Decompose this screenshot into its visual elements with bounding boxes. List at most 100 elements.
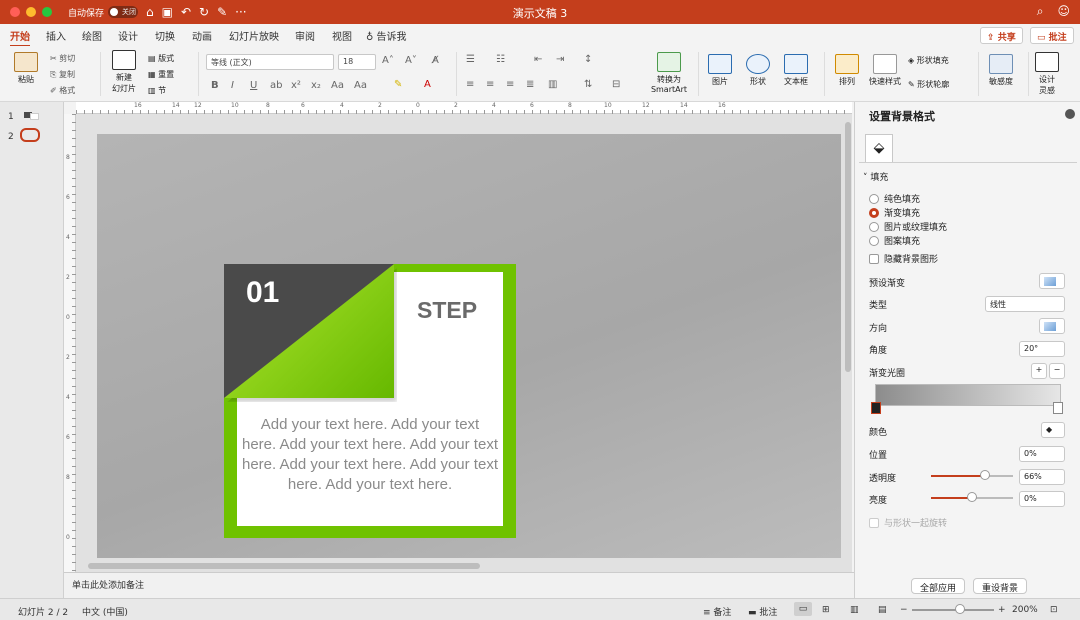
comments-toggle[interactable]: ▬ 批注 — [748, 605, 777, 618]
strikethrough-icon[interactable]: ab — [270, 80, 282, 91]
bullets-icon[interactable]: ☰ — [466, 54, 475, 65]
share-button[interactable]: ⇪ 共享 — [980, 27, 1023, 44]
position-input[interactable]: 0% — [1019, 446, 1065, 462]
underline-icon[interactable]: U — [250, 80, 257, 91]
tab-view[interactable]: 视图 — [332, 28, 352, 43]
language-indicator[interactable]: 中文 (中国) — [82, 605, 128, 618]
reading-view-button[interactable]: ▥ — [850, 605, 859, 615]
decrease-indent-icon[interactable]: ⇤ — [534, 54, 542, 65]
change-case-icon[interactable]: Aa — [354, 80, 367, 91]
slide[interactable]: 01 STEP Add your text here. Add your tex… — [97, 134, 841, 558]
hide-graphics-checkbox[interactable]: 隐藏背景图形 — [869, 252, 938, 265]
font-size-select[interactable]: 18 — [338, 54, 376, 70]
shape-fill-button[interactable]: ◈ 形状填充 — [908, 55, 949, 66]
grow-font-icon[interactable]: A˄ — [382, 55, 394, 66]
clear-format-icon[interactable]: A̸ — [432, 55, 439, 66]
close-pane-button[interactable] — [1065, 109, 1075, 119]
horizontal-scrollbar[interactable] — [88, 563, 480, 569]
align-left-icon[interactable]: ≡ — [466, 79, 474, 90]
gradient-stop[interactable] — [1053, 402, 1063, 414]
textbox-button[interactable]: 文本框 — [778, 54, 814, 87]
tab-review[interactable]: 审阅 — [295, 28, 315, 43]
zoom-slider[interactable] — [912, 609, 994, 611]
transparency-slider-knob[interactable] — [980, 470, 991, 480]
comments-button[interactable]: ▭ 批注 — [1030, 27, 1074, 44]
tab-home[interactable]: 开始 — [10, 28, 30, 47]
shrink-font-icon[interactable]: A˅ — [405, 55, 417, 66]
reset-button[interactable]: ▦ 重置 — [148, 69, 174, 80]
superscript-icon[interactable]: x² — [291, 80, 301, 91]
format-painter-button[interactable]: ✐ 格式 — [50, 85, 75, 96]
align-text-icon[interactable]: ⊟ — [612, 79, 620, 90]
notes-toggle[interactable]: ≡ 备注 — [703, 605, 731, 618]
font-color-icon[interactable]: A — [424, 79, 431, 90]
gradient-fill-radio[interactable]: 渐变填充 — [869, 206, 920, 219]
gradient-stop[interactable] — [871, 402, 881, 414]
section-button[interactable]: ▥ 节 — [148, 85, 166, 96]
new-slide-button[interactable]: 新建 幻灯片 — [106, 50, 142, 94]
tab-draw[interactable]: 绘图 — [82, 28, 102, 43]
cut-button[interactable]: ✂ 剪切 — [50, 53, 75, 64]
search-icon[interactable]: ⌕ — [1037, 4, 1044, 19]
increase-indent-icon[interactable]: ⇥ — [556, 54, 564, 65]
normal-view-button[interactable]: ▭ — [794, 602, 812, 616]
slide-thumbnail-2[interactable] — [20, 128, 40, 142]
remove-stop-button[interactable]: − — [1049, 363, 1065, 379]
step-body-text[interactable]: Add your text here. Add your text here. … — [242, 415, 498, 495]
slide-thumbnail-1[interactable] — [22, 110, 42, 122]
sensitivity-button[interactable]: 敏感度 — [984, 54, 1018, 87]
brightness-slider-knob[interactable] — [967, 492, 977, 502]
italic-icon[interactable]: I — [231, 80, 234, 91]
angle-input[interactable]: 20° — [1019, 341, 1065, 357]
justify-icon[interactable]: ≣ — [526, 79, 534, 90]
picture-button[interactable]: 图片 — [702, 54, 738, 87]
highlight-icon[interactable]: ✎ — [394, 79, 402, 90]
convert-smartart-button[interactable]: 转换为 SmartArt — [646, 52, 692, 94]
tab-tell-me[interactable]: ♁ 告诉我 — [366, 28, 407, 43]
align-right-icon[interactable]: ≡ — [506, 79, 514, 90]
bold-icon[interactable]: B — [211, 80, 219, 91]
type-select[interactable]: 线性 — [985, 296, 1065, 312]
tab-animations[interactable]: 动画 — [192, 28, 212, 43]
tab-transitions[interactable]: 切换 — [155, 28, 175, 43]
notes-area[interactable]: 单击此处添加备注 — [64, 572, 854, 598]
arrange-button[interactable]: 排列 — [830, 54, 864, 87]
step-title[interactable]: STEP — [417, 297, 477, 324]
shape-button[interactable]: 形状 — [740, 54, 776, 87]
account-icon[interactable]: ☺ — [1057, 4, 1070, 19]
quick-styles-button[interactable]: 快速样式 — [866, 54, 904, 87]
add-stop-button[interactable]: + — [1031, 363, 1047, 379]
fill-section-header[interactable]: ˅ 填充 — [863, 170, 888, 183]
tab-insert[interactable]: 插入 — [46, 28, 66, 43]
tab-design[interactable]: 设计 — [118, 28, 138, 43]
align-center-icon[interactable]: ≡ — [486, 79, 494, 90]
copy-button[interactable]: ⎘ 复制 — [50, 69, 75, 80]
line-spacing-icon[interactable]: ↕ — [584, 54, 592, 65]
numbering-icon[interactable]: ☷ — [496, 54, 505, 65]
shape-outline-button[interactable]: ✎ 形状轮廓 — [908, 79, 949, 90]
zoom-slider-knob[interactable] — [955, 604, 965, 614]
columns-icon[interactable]: ▥ — [548, 79, 557, 90]
preset-gradient-picker[interactable] — [1039, 273, 1065, 289]
gradient-bar[interactable] — [875, 384, 1061, 406]
case-icon[interactable]: Aa — [331, 80, 344, 91]
fill-tab[interactable]: ⬙ — [865, 134, 893, 162]
apply-all-button[interactable]: 全部应用 — [911, 578, 966, 594]
transparency-slider[interactable] — [931, 475, 1013, 477]
zoom-out-button[interactable]: − — [900, 605, 908, 615]
picture-fill-radio[interactable]: 图片或纹理填充 — [869, 220, 947, 233]
direction-picker[interactable] — [1039, 318, 1065, 334]
rotate-with-shape-checkbox[interactable]: 与形状一起旋转 — [869, 516, 947, 529]
tab-slideshow[interactable]: 幻灯片放映 — [229, 28, 279, 43]
zoom-level[interactable]: 200% — [1012, 605, 1038, 615]
slide-sorter-button[interactable]: ⊞ — [822, 605, 830, 615]
designer-button[interactable]: 设计 灵感 — [1032, 52, 1062, 96]
brightness-input[interactable]: 0% — [1019, 491, 1065, 507]
subscript-icon[interactable]: x₂ — [311, 80, 321, 91]
transparency-input[interactable]: 66% — [1019, 469, 1065, 485]
pattern-fill-radio[interactable]: 图案填充 — [869, 234, 920, 247]
font-name-select[interactable]: 等线 (正文) — [206, 54, 334, 70]
fit-slide-icon[interactable]: ⊡ — [1050, 605, 1058, 615]
layout-button[interactable]: ▤ 版式 — [148, 53, 174, 64]
slideshow-button[interactable]: ▤ — [878, 605, 887, 615]
